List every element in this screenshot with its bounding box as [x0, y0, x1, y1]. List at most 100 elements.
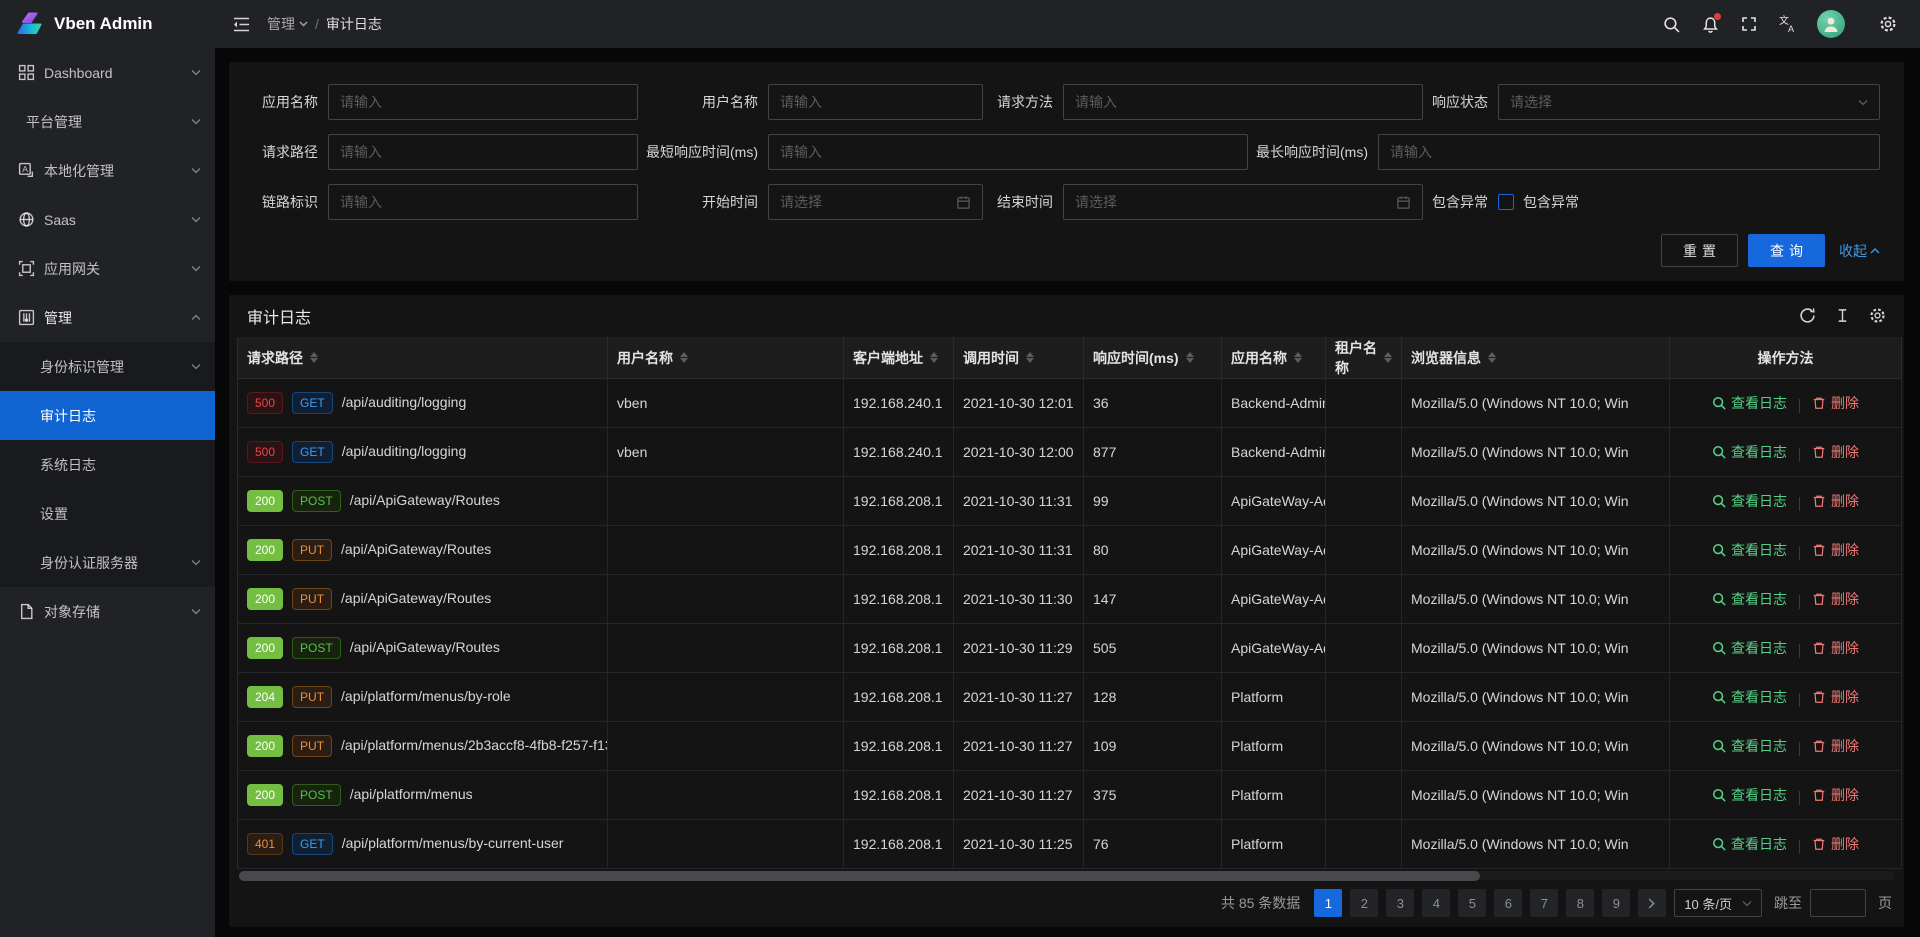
sidebar-menu: Dashboard 平台管理 A本地化管理Saas应用网关管理身份标识管理审计日志系… [0, 48, 215, 636]
cell-client-ip: 192.168.208.1 [844, 575, 954, 624]
breadcrumb-parent[interactable]: 管理 [267, 14, 308, 34]
响应状态-select[interactable]: 请选择 [1498, 84, 1880, 120]
delete-button[interactable]: 删除 [1812, 589, 1859, 609]
page-button-4[interactable]: 4 [1422, 889, 1450, 917]
column-header-响应时间(ms)[interactable]: 响应时间(ms) [1084, 337, 1222, 379]
refresh-icon[interactable] [1799, 307, 1816, 324]
view-log-button[interactable]: 查看日志 [1712, 393, 1787, 413]
sidebar-item-平台管理[interactable]: 平台管理 [0, 97, 215, 146]
scrollbar-thumb[interactable] [239, 871, 1480, 881]
cell-client-ip: 192.168.208.1 [844, 673, 954, 722]
结束时间-input[interactable]: 请选择 [1063, 184, 1423, 220]
view-log-button[interactable]: 查看日志 [1712, 442, 1787, 462]
delete-button[interactable]: 删除 [1812, 638, 1859, 658]
view-log-button[interactable]: 查看日志 [1712, 589, 1787, 609]
page-button-7[interactable]: 7 [1530, 889, 1558, 917]
sidebar-item-审计日志[interactable]: 审计日志 [0, 391, 215, 440]
cell-time: 2021-10-30 11:31 [954, 477, 1084, 526]
cell-user: vben [608, 428, 844, 477]
app-logo[interactable]: Vben Admin [0, 0, 215, 48]
column-header-租户名称[interactable]: 租户名称 [1326, 337, 1402, 379]
cell-app: Backend-Admin [1222, 379, 1326, 428]
page-button-3[interactable]: 3 [1386, 889, 1414, 917]
column-settings-icon[interactable] [1869, 307, 1886, 324]
cell-actions: 查看日志 删除 [1670, 575, 1902, 624]
column-header-请求路径[interactable]: 请求路径 [238, 337, 608, 379]
menu-item-label: 平台管理 [26, 112, 191, 132]
reset-button[interactable]: 重置 [1661, 234, 1738, 267]
delete-button[interactable]: 删除 [1812, 491, 1859, 511]
collapse-link[interactable]: 收起 [1839, 241, 1880, 261]
page-button-5[interactable]: 5 [1458, 889, 1486, 917]
row-height-icon[interactable] [1835, 308, 1850, 323]
placeholder-text: 请选择 [1510, 92, 1850, 112]
translate-icon[interactable]: 文A [1772, 6, 1804, 42]
sidebar-item-设置[interactable]: 设置 [0, 489, 215, 538]
view-log-button[interactable]: 查看日志 [1712, 540, 1787, 560]
search-icon[interactable] [1655, 6, 1687, 42]
delete-button[interactable]: 删除 [1812, 442, 1859, 462]
delete-button[interactable]: 删除 [1812, 785, 1859, 805]
sidebar-item-应用网关[interactable]: 应用网关 [0, 244, 215, 293]
view-log-button[interactable]: 查看日志 [1712, 736, 1787, 756]
column-header-客户端地址[interactable]: 客户端地址 [844, 337, 954, 379]
page-button-1[interactable]: 1 [1314, 889, 1342, 917]
delete-button[interactable]: 删除 [1812, 736, 1859, 756]
delete-button[interactable]: 删除 [1812, 393, 1859, 413]
search-button[interactable]: 查询 [1748, 234, 1825, 267]
delete-button[interactable]: 删除 [1812, 687, 1859, 707]
sidebar-item-身份认证服务器[interactable]: 身份认证服务器 [0, 538, 215, 587]
page-button-2[interactable]: 2 [1350, 889, 1378, 917]
delete-button[interactable]: 删除 [1812, 834, 1859, 854]
请求方法-input[interactable]: 请输入 [1063, 84, 1423, 120]
page-button-8[interactable]: 8 [1566, 889, 1594, 917]
settings-gear-icon[interactable] [1872, 6, 1904, 42]
开始时间-input[interactable]: 请选择 [768, 184, 983, 220]
fullscreen-icon[interactable] [1733, 6, 1765, 42]
view-log-button[interactable]: 查看日志 [1712, 785, 1787, 805]
notification-bell-icon[interactable] [1694, 6, 1726, 42]
view-log-button[interactable]: 查看日志 [1712, 638, 1787, 658]
最长响应时间(ms)-input[interactable]: 请输入 [1378, 134, 1880, 170]
sidebar-item-身份标识管理[interactable]: 身份标识管理 [0, 342, 215, 391]
sidebar-item-saas[interactable]: Saas [0, 195, 215, 244]
menu-item-label: 本地化管理 [44, 161, 191, 181]
sidebar-item-管理[interactable]: 管理 [0, 293, 215, 342]
column-header-用户名称[interactable]: 用户名称 [608, 337, 844, 379]
sidebar-item-本地化管理[interactable]: A本地化管理 [0, 146, 215, 195]
cell-time: 2021-10-30 12:01 [954, 379, 1084, 428]
action-divider [1799, 448, 1800, 462]
cell-browser: Mozilla/5.0 (Windows NT 10.0; Win [1402, 428, 1670, 477]
cell-app: ApiGateWay-Admin [1222, 477, 1326, 526]
请求路径-input[interactable]: 请输入 [328, 134, 638, 170]
用户名称-input[interactable]: 请输入 [768, 84, 983, 120]
column-header-应用名称[interactable]: 应用名称 [1222, 337, 1326, 379]
page-size-select[interactable]: 10 条/页 [1674, 889, 1762, 917]
page-button-9[interactable]: 9 [1602, 889, 1630, 917]
column-header-浏览器信息[interactable]: 浏览器信息 [1402, 337, 1670, 379]
page-button-6[interactable]: 6 [1494, 889, 1522, 917]
include-exception-checkbox[interactable] [1498, 194, 1514, 210]
最短响应时间(ms)-input[interactable]: 请输入 [768, 134, 1248, 170]
next-page-button[interactable] [1638, 889, 1666, 917]
链路标识-input[interactable]: 请输入 [328, 184, 638, 220]
topbar: 管理 / 审计日志 文A [215, 0, 1920, 48]
sidebar-item-对象存储[interactable]: 对象存储 [0, 587, 215, 636]
column-header-调用时间[interactable]: 调用时间 [954, 337, 1084, 379]
request-path: /api/ApiGateway/Routes [341, 541, 491, 557]
avatar[interactable] [1817, 10, 1845, 38]
view-log-button[interactable]: 查看日志 [1712, 687, 1787, 707]
view-log-button[interactable]: 查看日志 [1712, 491, 1787, 511]
view-log-button[interactable]: 查看日志 [1712, 834, 1787, 854]
sidebar-item-系统日志[interactable]: 系统日志 [0, 440, 215, 489]
sort-caret-icon [310, 352, 318, 363]
status-badge: 500 [247, 441, 283, 463]
应用名称-input[interactable]: 请输入 [328, 84, 638, 120]
cell-actions: 查看日志 删除 [1670, 477, 1902, 526]
sidebar-item-dashboard[interactable]: Dashboard [0, 48, 215, 97]
delete-button[interactable]: 删除 [1812, 540, 1859, 560]
menu-item-label: 身份标识管理 [40, 357, 191, 377]
menu-fold-icon[interactable] [223, 6, 259, 42]
jump-to-input[interactable] [1810, 889, 1866, 917]
chevron-down-icon [191, 363, 201, 370]
